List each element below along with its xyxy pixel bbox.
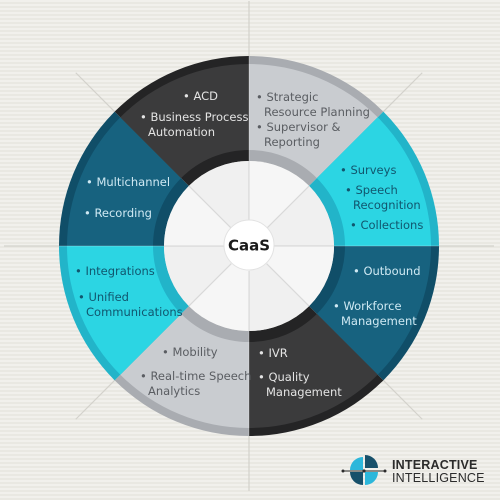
center-badge: CaaS (223, 219, 275, 271)
segment-item: • Integrations (75, 264, 155, 278)
segment-item: • ACD (183, 89, 218, 103)
segment-item: • Surveys (340, 163, 396, 177)
segment-item: • Outbound (353, 264, 421, 278)
caas-wheel-diagram: • Strategic Resource Planning• Supervisor… (4, 1, 494, 491)
fold-line (75, 72, 116, 113)
logo-line-2: INTELLIGENCE (392, 471, 485, 485)
fold-line (75, 379, 116, 420)
logo-line-1: INTERACTIVE (392, 458, 478, 472)
segment-item: • Mobility (162, 345, 218, 359)
center-label: CaaS (228, 237, 270, 255)
fold-line (382, 72, 423, 113)
segment-item: • IVR (258, 346, 288, 360)
segment-item: • Collections (350, 218, 423, 232)
segment-item: • Recording (84, 206, 152, 220)
segment-item: • Multichannel (86, 175, 170, 189)
logo-mark-icon (341, 455, 387, 485)
interactive-intelligence-logo: INTERACTIVE INTELLIGENCE (341, 455, 485, 485)
fold-line (382, 379, 423, 420)
